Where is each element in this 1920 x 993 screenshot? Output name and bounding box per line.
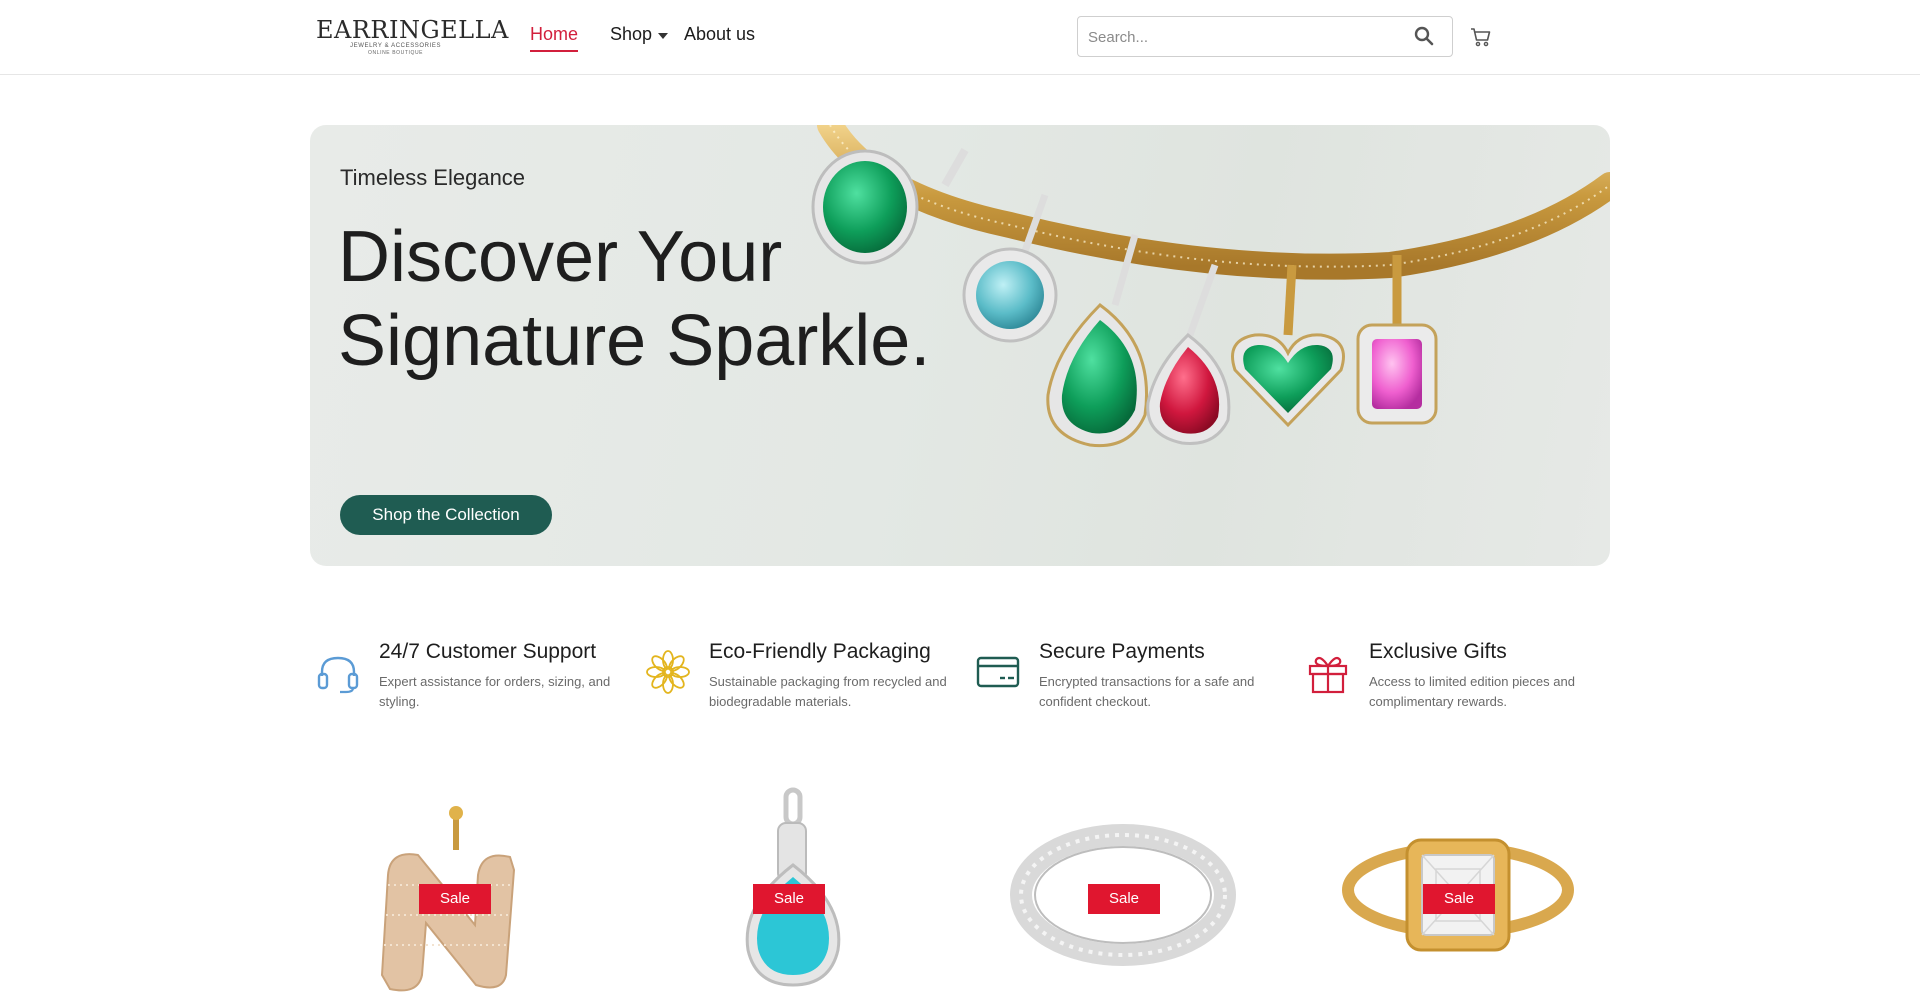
product-image[interactable] [640, 745, 936, 993]
sale-badge: Sale [1088, 884, 1160, 914]
feature-secure-payments: Secure Payments Encrypted transactions f… [976, 640, 1296, 720]
search-icon[interactable] [1414, 26, 1434, 46]
product-card-turquoise-pendant[interactable]: Sale [640, 745, 936, 993]
nav-about-link[interactable]: About us [684, 24, 755, 45]
sale-badge: Sale [419, 884, 491, 914]
feature-title: 24/7 Customer Support [379, 640, 597, 663]
product-card-letter-pendant[interactable]: Sale [310, 745, 606, 993]
logo-tagline: JEWELRY & ACCESSORIES [350, 43, 442, 49]
feature-eco-packaging: Eco-Friendly Packaging Sustainable packa… [646, 640, 966, 720]
search-box [1077, 16, 1453, 57]
logo-wordmark: EARRINGELLA [316, 16, 509, 44]
feature-desc: Encrypted transactions for a safe and co… [1039, 674, 1255, 709]
product-image[interactable] [310, 745, 606, 993]
feature-desc: Expert assistance for orders, sizing, an… [379, 674, 611, 709]
hero-banner: Timeless Elegance Discover Your Signatur… [310, 125, 1610, 566]
shop-collection-button[interactable]: Shop the Collection [340, 495, 552, 535]
chevron-down-icon[interactable] [658, 33, 668, 39]
feature-title: Eco-Friendly Packaging [709, 640, 931, 663]
logo-sub-tagline: ONLINE BOUTIQUE [368, 50, 424, 56]
flower-icon [646, 650, 690, 694]
cart-icon[interactable] [1470, 26, 1492, 48]
feature-desc: Sustainable packaging from recycled and … [709, 674, 947, 709]
sale-badge: Sale [1423, 884, 1495, 914]
product-image[interactable] [1310, 745, 1606, 993]
credit-card-icon [976, 656, 1020, 688]
product-card-eternity-band[interactable]: Sale [975, 745, 1271, 993]
headset-icon [317, 656, 359, 694]
nav-shop-link[interactable]: Shop [610, 24, 652, 45]
feature-title: Secure Payments [1039, 640, 1205, 663]
feature-exclusive-gifts: Exclusive Gifts Access to limited editio… [1306, 640, 1626, 720]
product-card-emerald-cut-ring[interactable]: Sale [1310, 745, 1606, 993]
feature-title: Exclusive Gifts [1369, 640, 1507, 663]
product-image[interactable] [975, 745, 1271, 993]
site-header: EARRINGELLA JEWELRY & ACCESSORIES ONLINE… [0, 0, 1920, 75]
nav-home-link[interactable]: Home [530, 24, 579, 52]
brand-logo[interactable]: EARRINGELLA JEWELRY & ACCESSORIES ONLINE… [316, 16, 508, 58]
search-input[interactable] [1088, 25, 1388, 49]
hero-title: Discover Your Signature Sparkle. [338, 217, 931, 381]
feature-customer-support: 24/7 Customer Support Expert assistance … [316, 640, 636, 720]
feature-desc: Access to limited edition pieces and com… [1369, 674, 1575, 709]
gift-icon [1308, 656, 1348, 694]
sale-badge: Sale [753, 884, 825, 914]
hero-eyebrow: Timeless Elegance [340, 165, 526, 190]
